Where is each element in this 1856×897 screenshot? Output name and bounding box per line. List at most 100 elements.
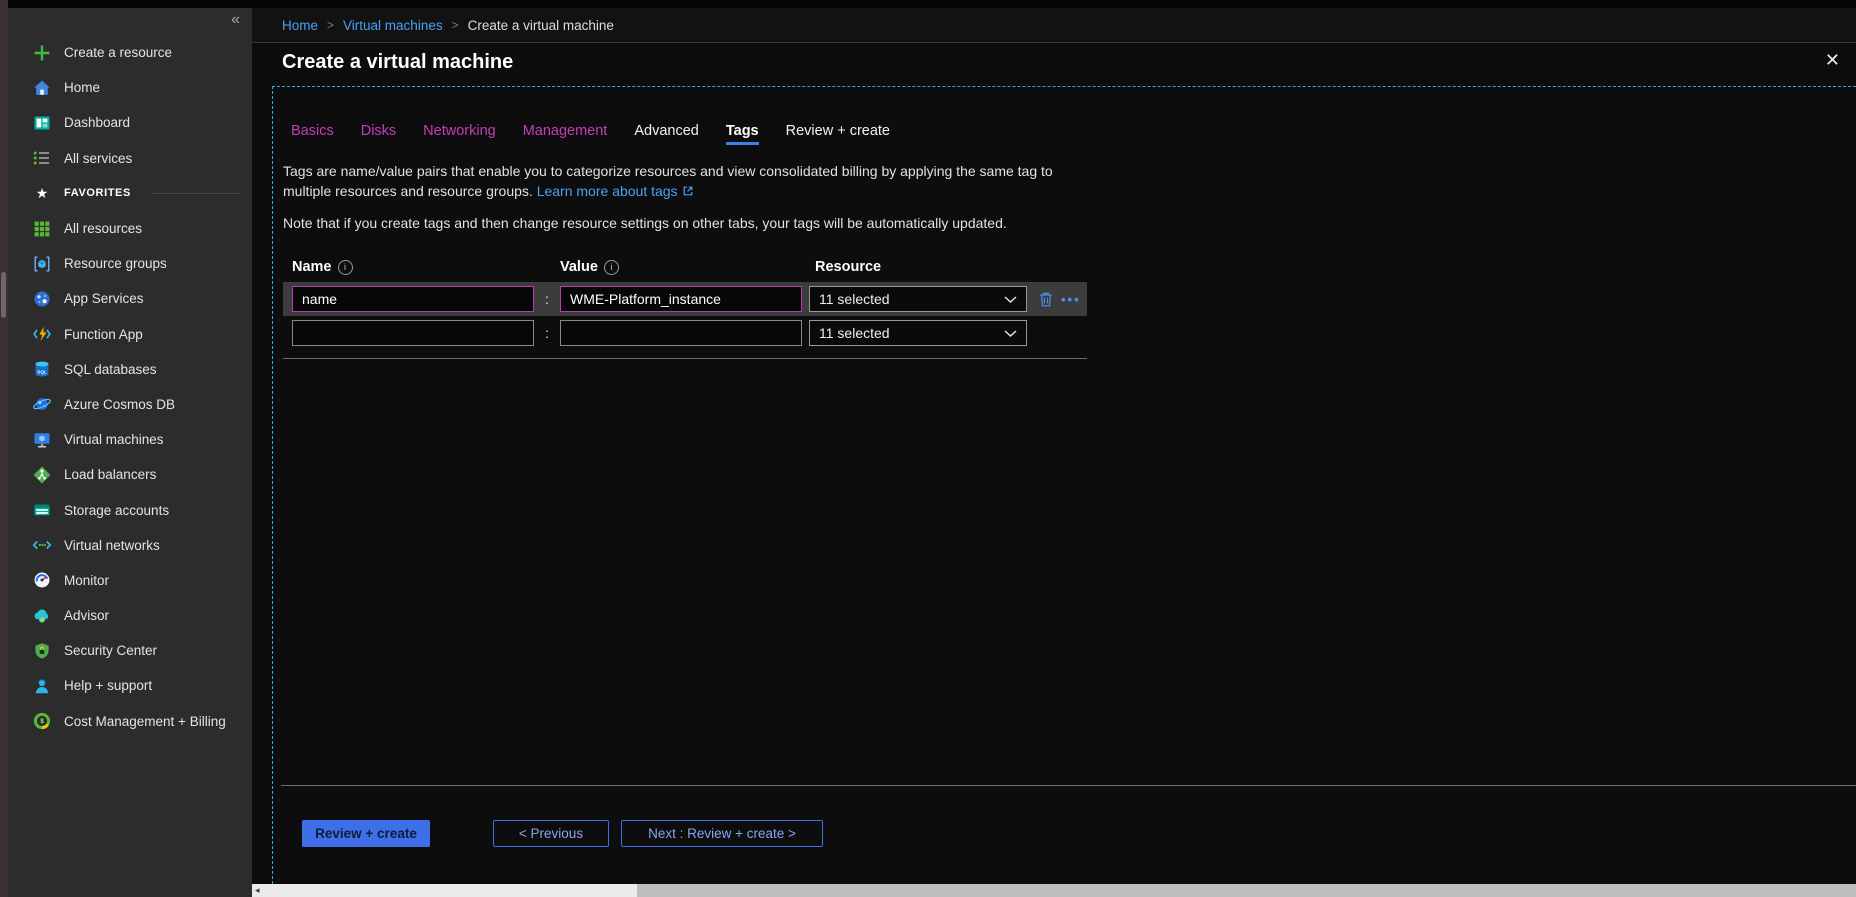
tag-name-input[interactable] (292, 286, 534, 312)
breadcrumb-home-link[interactable]: Home (282, 18, 318, 33)
sidebar-favorites-header: ★ FAVORITES (8, 176, 252, 211)
footer-buttons: Review + create < Previous Next : Review… (302, 820, 823, 847)
sidebar-item-azure-cosmos-db[interactable]: Azure Cosmos DB (8, 387, 252, 422)
tag-name-input-empty[interactable] (292, 320, 534, 346)
tag-value-input-empty[interactable] (560, 320, 802, 346)
cost-management-icon: $ (32, 711, 52, 731)
previous-button[interactable]: < Previous (493, 820, 609, 847)
scrollbar-thumb[interactable] (637, 884, 1856, 897)
breadcrumb-separator: > (452, 18, 459, 32)
tab-management[interactable]: Management (523, 123, 608, 145)
horizontal-scrollbar: ◂ (252, 884, 1856, 897)
sidebar-menu: Create a resource Home Dashboard All ser… (8, 8, 252, 739)
breadcrumb-virtual-machines-link[interactable]: Virtual machines (343, 18, 443, 33)
learn-more-label: Learn more about tags (537, 183, 678, 199)
dashboard-icon (32, 113, 52, 133)
resource-dropdown[interactable]: 11 selected (809, 320, 1027, 346)
sidebar-item-dashboard[interactable]: Dashboard (8, 105, 252, 140)
sidebar-item-advisor[interactable]: Advisor (8, 598, 252, 633)
sidebar: « Create a resource Home Dashboard All s… (8, 8, 252, 897)
favorites-divider (151, 193, 240, 194)
scroll-left-arrow-icon[interactable]: ◂ (255, 884, 260, 897)
sidebar-item-label: Help + support (64, 678, 152, 693)
sidebar-item-label: Security Center (64, 643, 157, 658)
resource-column-header: Resource (815, 259, 881, 275)
sidebar-item-home[interactable]: Home (8, 70, 252, 105)
sidebar-item-help-support[interactable]: Help + support (8, 668, 252, 703)
resource-dropdown[interactable]: 11 selected (809, 286, 1027, 312)
sidebar-item-monitor[interactable]: Monitor (8, 563, 252, 598)
sidebar-item-label: Advisor (64, 608, 109, 623)
tags-description: Tags are name/value pairs that enable yo… (283, 161, 1083, 202)
sidebar-item-sql-databases[interactable]: SQL SQL databases (8, 352, 252, 387)
sidebar-item-label: Virtual machines (64, 432, 164, 447)
tags-table: Namei Valuei Resource : 11 selected ••• … (283, 252, 1856, 359)
tag-row-2: : 11 selected (283, 316, 1087, 350)
storage-accounts-icon (32, 500, 52, 520)
sidebar-item-function-app[interactable]: Function App (8, 317, 252, 352)
sidebar-item-virtual-networks[interactable]: Virtual networks (8, 528, 252, 563)
sidebar-item-all-services[interactable]: All services (8, 141, 252, 176)
top-window-strip (0, 0, 1856, 8)
tab-advanced[interactable]: Advanced (634, 123, 699, 145)
monitor-icon (32, 570, 52, 590)
tags-table-header: Namei Valuei Resource (283, 252, 1856, 282)
virtual-machines-icon (32, 430, 52, 450)
footer-divider (281, 785, 1856, 786)
favorites-label: FAVORITES (64, 187, 131, 199)
tab-disks[interactable]: Disks (361, 123, 396, 145)
learn-more-link[interactable]: Learn more about tags (537, 183, 694, 199)
sidebar-scroll-indicator[interactable] (1, 272, 6, 318)
sql-databases-icon: SQL (32, 359, 52, 379)
breadcrumb: Home > Virtual machines > Create a virtu… (252, 8, 1856, 43)
chevron-down-icon (1004, 325, 1017, 341)
value-column-header: Value (560, 259, 598, 275)
virtual-networks-icon (32, 535, 52, 555)
blade-header: Create a virtual machine ✕ (252, 43, 1856, 87)
tab-review-create[interactable]: Review + create (786, 123, 890, 145)
sidebar-item-app-services[interactable]: App Services (8, 281, 252, 316)
breadcrumb-current: Create a virtual machine (468, 18, 614, 33)
advisor-icon (32, 606, 52, 626)
resource-dropdown-value: 11 selected (819, 325, 890, 341)
sidebar-item-label: App Services (64, 291, 144, 306)
close-icon[interactable]: ✕ (1825, 51, 1840, 69)
tab-bar: Basics Disks Networking Management Advan… (291, 123, 1856, 145)
main-content: Home > Virtual machines > Create a virtu… (252, 8, 1856, 897)
function-app-icon (32, 324, 52, 344)
sidebar-item-create-a-resource[interactable]: Create a resource (8, 35, 252, 70)
sidebar-item-virtual-machines[interactable]: Virtual machines (8, 422, 252, 457)
sidebar-item-all-resources[interactable]: All resources (8, 211, 252, 246)
sidebar-item-label: Create a resource (64, 45, 172, 60)
sidebar-item-load-balancers[interactable]: Load balancers (8, 457, 252, 492)
tab-tags[interactable]: Tags (726, 123, 759, 145)
page-title: Create a virtual machine (282, 51, 513, 74)
delete-row-icon[interactable] (1038, 291, 1054, 308)
sidebar-item-label: Load balancers (64, 467, 156, 482)
tab-networking[interactable]: Networking (423, 123, 496, 145)
sidebar-item-storage-accounts[interactable]: Storage accounts (8, 492, 252, 527)
value-info-icon[interactable]: i (604, 260, 619, 275)
name-info-icon[interactable]: i (338, 260, 353, 275)
sidebar-item-security-center[interactable]: Security Center (8, 633, 252, 668)
external-link-icon (682, 182, 694, 202)
security-center-icon (32, 641, 52, 661)
breadcrumb-separator: > (327, 18, 334, 32)
home-icon (32, 78, 52, 98)
tab-basics[interactable]: Basics (291, 123, 334, 145)
plus-icon (32, 43, 52, 63)
more-options-icon[interactable]: ••• (1061, 292, 1081, 307)
sidebar-item-resource-groups[interactable]: Resource groups (8, 246, 252, 281)
sidebar-collapse-icon[interactable]: « (231, 12, 240, 28)
sidebar-item-label: All services (64, 151, 132, 166)
help-support-icon (32, 676, 52, 696)
star-icon: ★ (32, 185, 52, 202)
sidebar-item-label: Azure Cosmos DB (64, 397, 175, 412)
tag-value-input[interactable] (560, 286, 802, 312)
colon-separator: : (534, 325, 560, 341)
review-create-button[interactable]: Review + create (302, 820, 430, 847)
sidebar-item-label: Resource groups (64, 256, 167, 271)
next-review-create-button[interactable]: Next : Review + create > (621, 820, 823, 847)
sidebar-item-label: Storage accounts (64, 503, 169, 518)
sidebar-item-cost-management-billing[interactable]: $ Cost Management + Billing (8, 704, 252, 739)
